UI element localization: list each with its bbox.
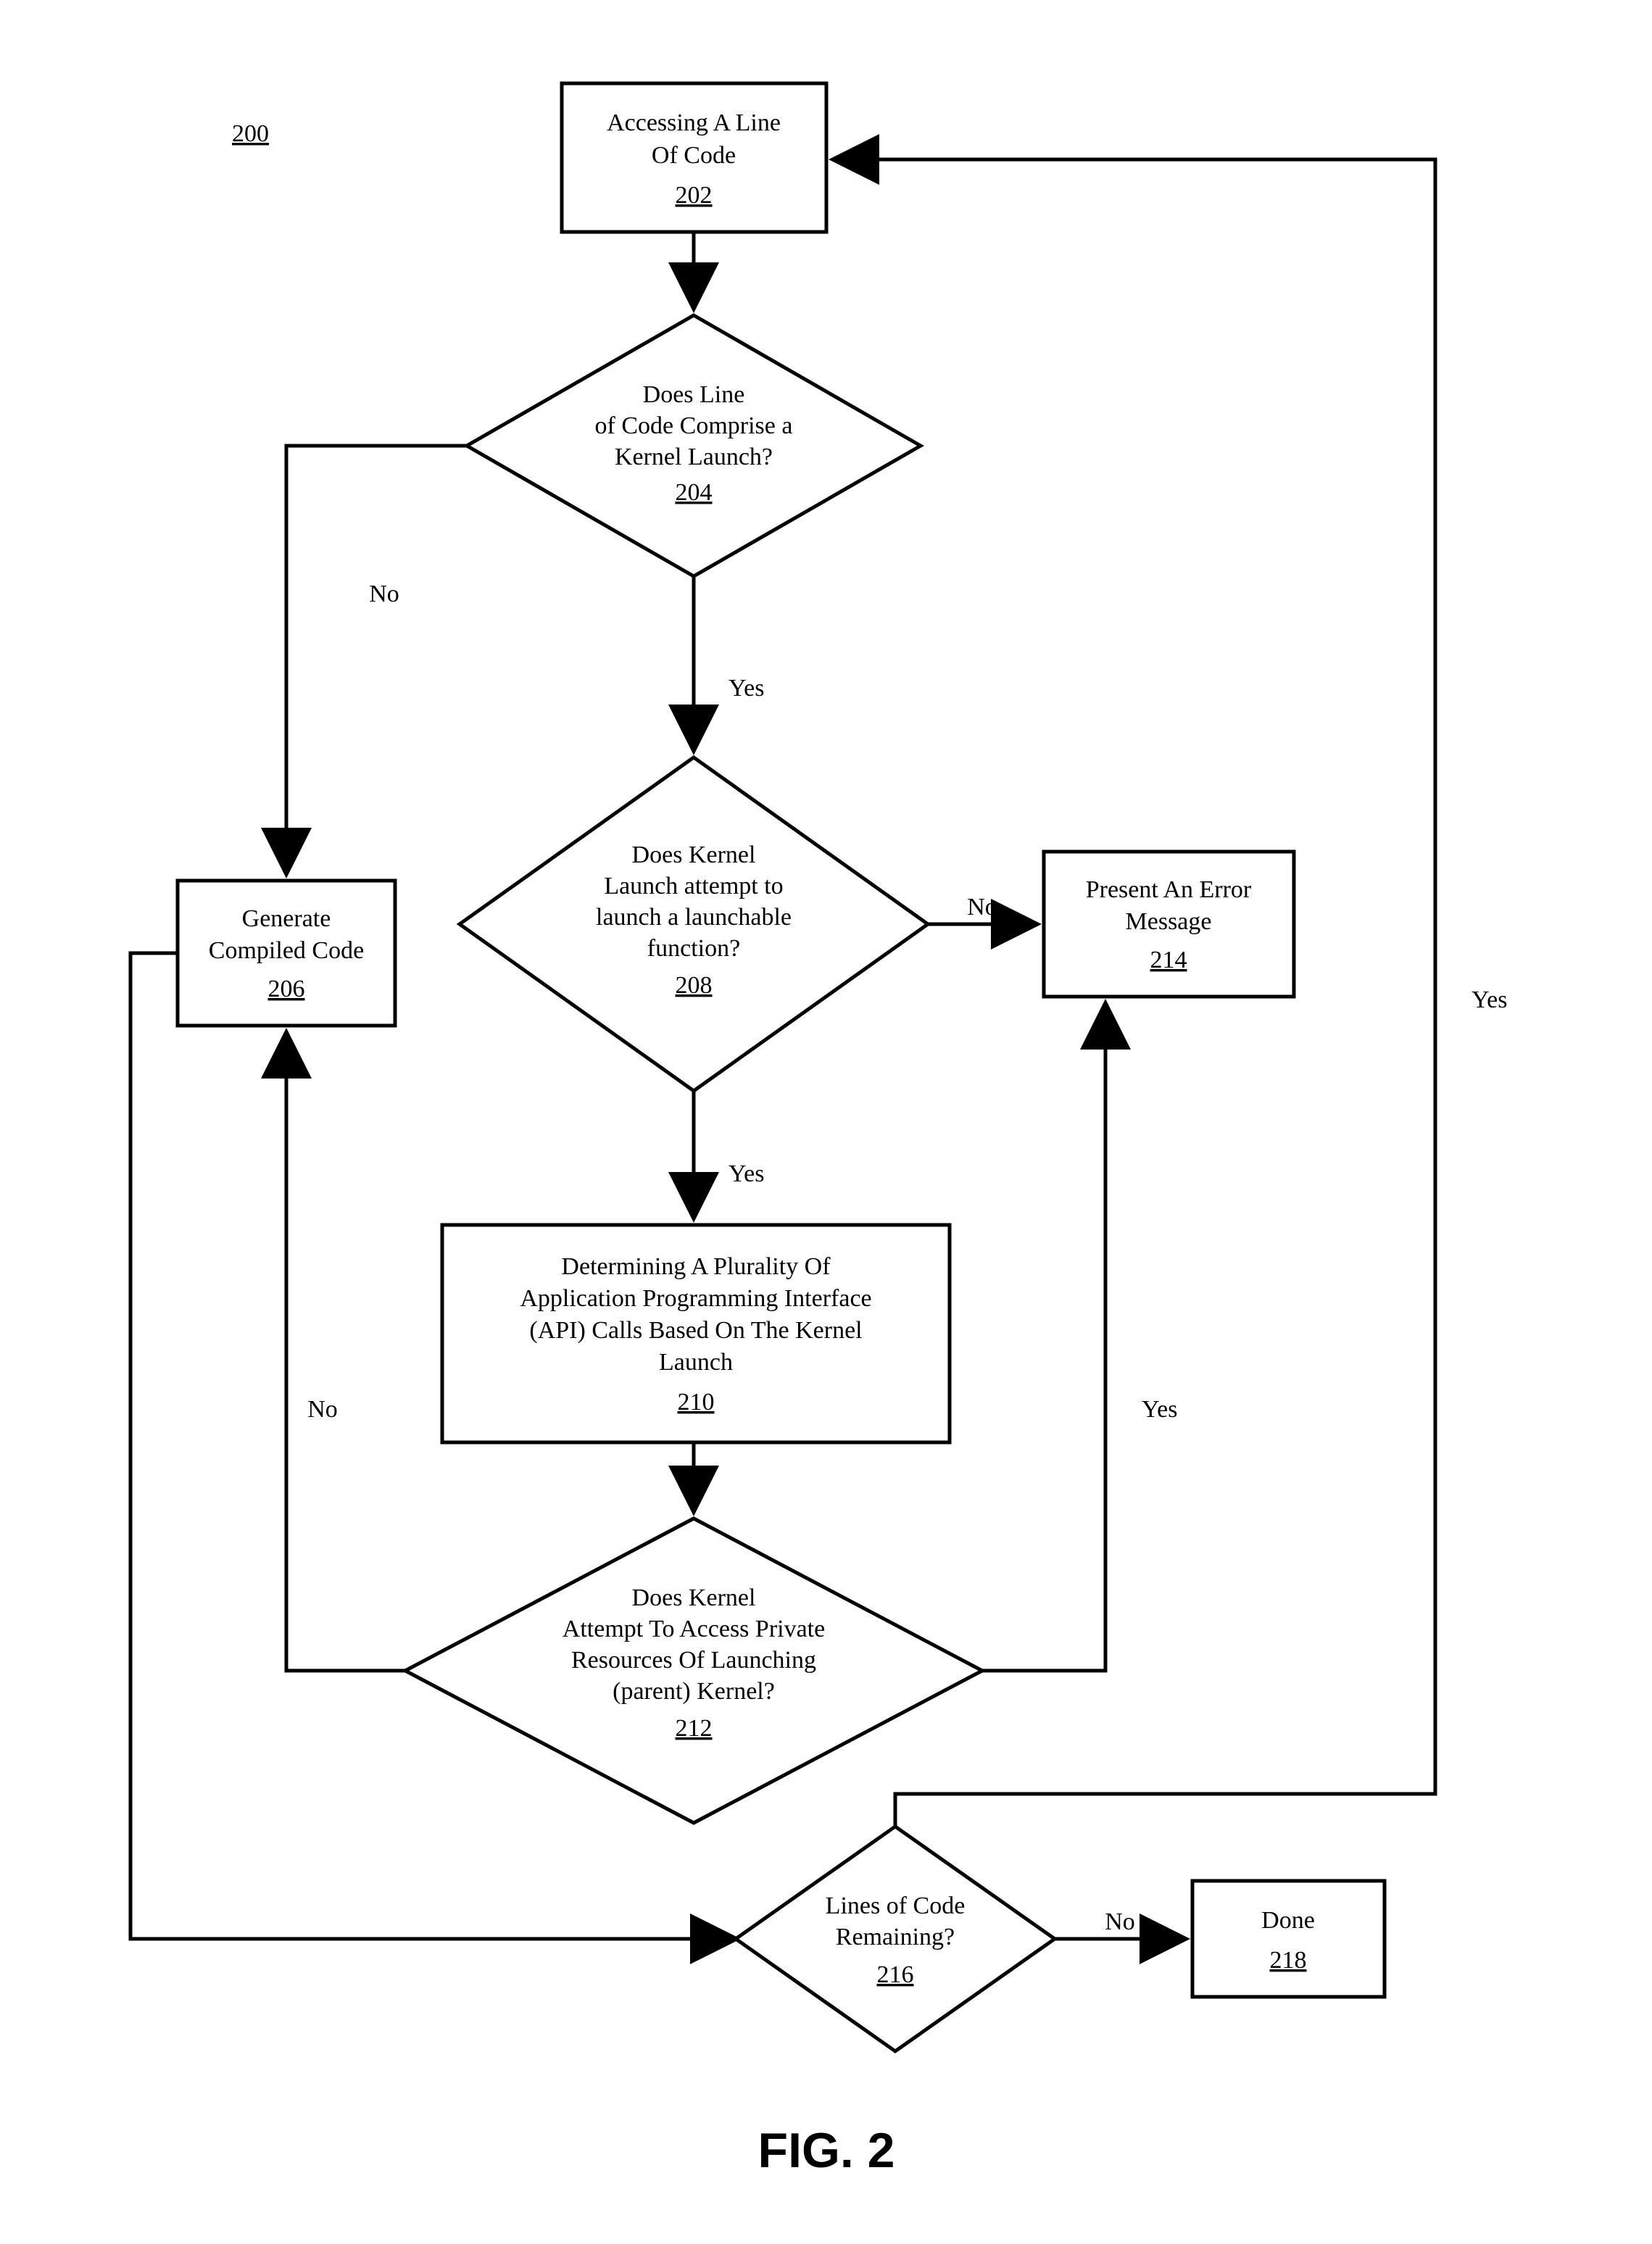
label-216-no: No bbox=[1105, 1908, 1135, 1935]
edge-212-yes-214 bbox=[982, 1004, 1105, 1671]
label-208-no: No bbox=[967, 894, 997, 921]
n210-line1: Determining A Plurality Of bbox=[561, 1253, 831, 1280]
n206-line1: Generate bbox=[242, 905, 331, 932]
n216-line1: Lines of Code bbox=[826, 1892, 966, 1919]
node-202: Accessing A Line Of Code 202 bbox=[562, 83, 826, 232]
figure-ref: 200 bbox=[232, 120, 269, 147]
n206-line2: Compiled Code bbox=[209, 937, 364, 964]
n216-line2: Remaining? bbox=[836, 1924, 955, 1950]
label-204-no: No bbox=[369, 581, 399, 607]
n208-num: 208 bbox=[676, 972, 713, 999]
edge-204-no-206 bbox=[286, 446, 467, 873]
n202-line2: Of Code bbox=[652, 142, 736, 169]
node-210: Determining A Plurality Of Application P… bbox=[442, 1225, 950, 1442]
node-216: Lines of Code Remaining? 216 bbox=[736, 1827, 1055, 2051]
n210-line4: Launch bbox=[659, 1349, 733, 1376]
label-212-no: No bbox=[307, 1396, 338, 1423]
n208-line1: Does Kernel bbox=[632, 842, 756, 868]
n212-num: 212 bbox=[676, 1715, 713, 1742]
n204-num: 204 bbox=[676, 479, 713, 506]
n212-line4: (parent) Kernel? bbox=[613, 1678, 775, 1705]
n204-line2: of Code Comprise a bbox=[595, 412, 793, 439]
n214-num: 214 bbox=[1150, 947, 1187, 973]
n212-line2: Attempt To Access Private bbox=[563, 1616, 825, 1642]
label-204-yes: Yes bbox=[729, 675, 764, 702]
node-206: Generate Compiled Code 206 bbox=[178, 881, 395, 1026]
n212-line1: Does Kernel bbox=[632, 1584, 756, 1611]
node-204: Does Line of Code Comprise a Kernel Laun… bbox=[467, 315, 921, 576]
n210-num: 210 bbox=[678, 1389, 715, 1416]
n218-num: 218 bbox=[1270, 1947, 1307, 1974]
label-208-yes: Yes bbox=[729, 1160, 764, 1187]
n208-line2: Launch attempt to bbox=[604, 873, 783, 899]
n204-line3: Kernel Launch? bbox=[615, 444, 773, 470]
n218-line1: Done bbox=[1261, 1907, 1315, 1934]
n214-line2: Message bbox=[1126, 908, 1212, 935]
n208-line4: function? bbox=[647, 935, 740, 962]
n216-num: 216 bbox=[877, 1961, 914, 1988]
n214-line1: Present An Error bbox=[1086, 876, 1252, 903]
label-212-yes: Yes bbox=[1142, 1396, 1177, 1423]
label-216-yes: Yes bbox=[1472, 986, 1507, 1013]
n208-line3: launch a launchable bbox=[596, 904, 792, 931]
n202-num: 202 bbox=[676, 182, 713, 209]
flowchart-figure: 200 Accessing A Line Of Code 202 Does Li… bbox=[0, 0, 1652, 2244]
node-218: Done 218 bbox=[1192, 1881, 1385, 1997]
node-208: Does Kernel Launch attempt to launch a l… bbox=[460, 757, 928, 1091]
n210-line2: Application Programming Interface bbox=[520, 1285, 871, 1312]
n202-line1: Accessing A Line bbox=[607, 109, 781, 136]
n210-line3: (API) Calls Based On The Kernel bbox=[529, 1317, 862, 1344]
figure-title: FIG. 2 bbox=[758, 2123, 895, 2178]
node-214: Present An Error Message 214 bbox=[1044, 852, 1294, 997]
n212-line3: Resources Of Launching bbox=[571, 1647, 816, 1674]
edge-212-no-206 bbox=[286, 1033, 405, 1671]
n206-num: 206 bbox=[268, 976, 305, 1002]
node-212: Does Kernel Attempt To Access Private Re… bbox=[405, 1518, 982, 1823]
n204-line1: Does Line bbox=[643, 381, 745, 408]
